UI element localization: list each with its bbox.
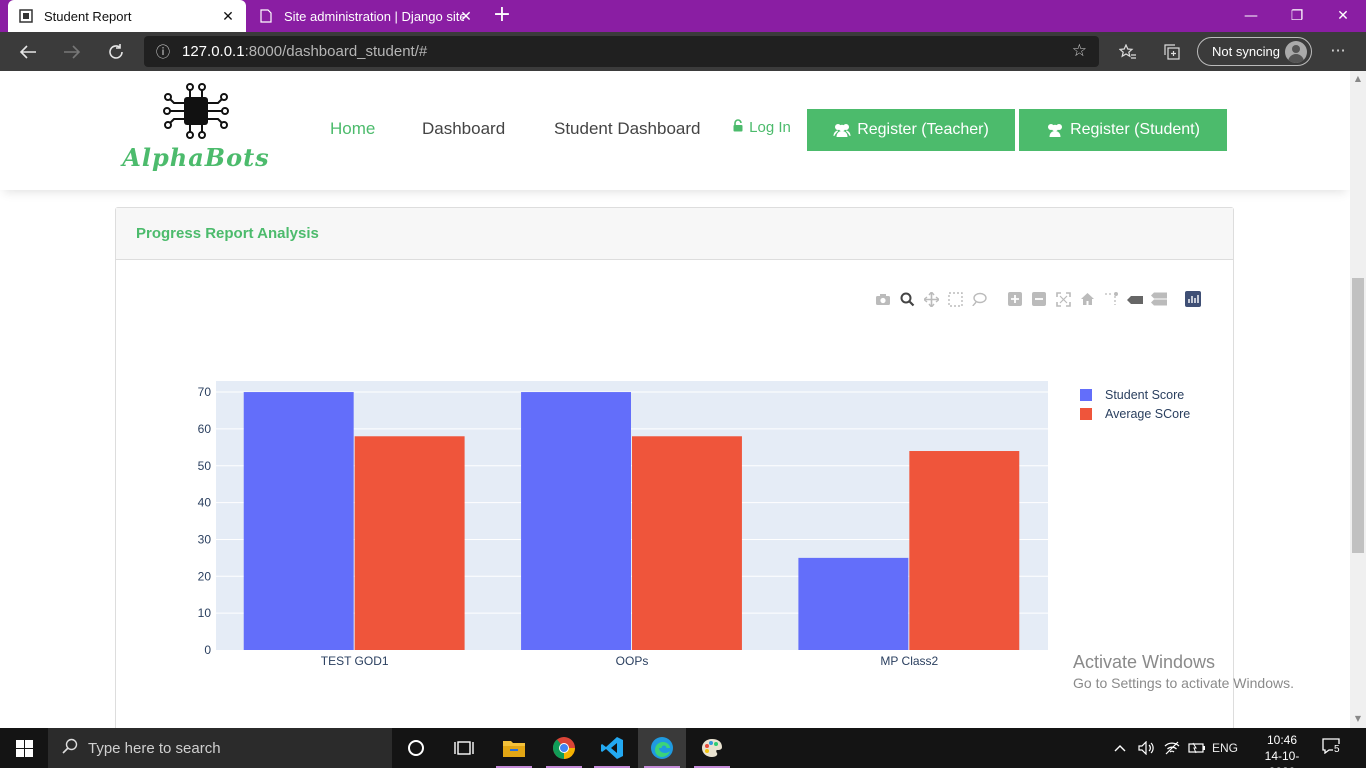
y-tick-label: 30	[198, 532, 212, 546]
legend-swatch	[1080, 389, 1092, 401]
avatar	[1285, 41, 1307, 63]
watermark-subtitle: Go to Settings to activate Windows.	[1073, 675, 1294, 691]
site-header: AlphaBots Home Dashboard Student Dashboa…	[0, 71, 1350, 190]
sync-profile-button[interactable]: Not syncing	[1197, 37, 1312, 66]
search-placeholder: Type here to search	[88, 739, 221, 757]
taskbar-search-box[interactable]: Type here to search	[48, 728, 392, 768]
y-tick-label: 0	[204, 643, 211, 657]
network-icon[interactable]	[1164, 728, 1180, 768]
page-scrollbar[interactable]: ▲ ▼	[1350, 71, 1366, 728]
bar-average-score	[354, 436, 465, 650]
bar-student-score	[798, 557, 909, 650]
show-hidden-icons-icon[interactable]	[1114, 728, 1130, 768]
notifications-icon[interactable]: 5	[1322, 738, 1344, 758]
bar-average-score	[632, 436, 742, 650]
scrollbar-thumb[interactable]	[1352, 278, 1364, 553]
y-tick-label: 10	[198, 606, 212, 620]
y-tick-label: 20	[198, 569, 212, 583]
url-path: :8000/dashboard_student/#	[244, 43, 428, 60]
circuit-chip-icon	[163, 83, 229, 139]
users-icon	[1048, 124, 1063, 137]
users-icon	[833, 124, 851, 137]
bar-average-score	[909, 451, 1020, 650]
chrome-icon[interactable]	[540, 728, 588, 768]
edge-icon[interactable]	[638, 728, 686, 768]
taskbar-clock[interactable]: 10:46 14-10-2020	[1252, 732, 1312, 780]
y-tick-label: 60	[198, 422, 212, 436]
y-tick-label: 70	[198, 385, 212, 399]
progress-report-card: Progress Report Analysis 0 10 20 30 40 5…	[115, 207, 1234, 728]
windows-start-icon[interactable]	[0, 728, 48, 768]
watermark-title: Activate Windows	[1073, 652, 1216, 672]
battery-icon[interactable]	[1188, 728, 1206, 768]
login-label: Log In	[749, 119, 791, 136]
tab-close-icon[interactable]: ✕	[458, 8, 474, 25]
y-tick-label: 40	[198, 496, 212, 510]
file-explorer-icon[interactable]	[490, 728, 538, 768]
close-window-button[interactable]: ✕	[1320, 0, 1366, 32]
x-tick-label: OOPs	[616, 654, 649, 668]
tab-close-icon[interactable]: ✕	[220, 8, 236, 25]
activate-windows-watermark: Activate Windows Go to Settings to activ…	[1073, 652, 1294, 691]
notifications-count: 5	[1333, 744, 1341, 755]
tab-site-administration[interactable]: Site administration | Django site ✕	[248, 0, 484, 32]
tab-title: Student Report	[44, 8, 132, 24]
page-favicon-icon	[18, 8, 34, 24]
restore-button[interactable]: ❐	[1274, 0, 1320, 32]
url-host: 127.0.0.1	[182, 43, 245, 60]
bar-student-score	[243, 392, 354, 650]
address-toolbar: ⓘ 127.0.0.1 :8000/dashboard_student/# ☆ …	[0, 32, 1366, 71]
site-info-icon[interactable]: ⓘ	[144, 42, 182, 62]
x-tick-label: TEST GOD1	[321, 654, 389, 668]
forward-arrow-icon[interactable]	[60, 40, 84, 64]
scroll-down-icon[interactable]: ▼	[1350, 714, 1366, 723]
site-logo[interactable]: AlphaBots	[120, 83, 272, 175]
task-view-icon[interactable]	[440, 728, 488, 768]
back-arrow-icon[interactable]	[16, 40, 40, 64]
register-student-button[interactable]: Register (Student)	[1019, 109, 1227, 151]
nav-student-dashboard[interactable]: Student Dashboard	[554, 119, 701, 139]
more-menu-icon[interactable]: ···	[1326, 41, 1350, 60]
y-tick-label: 50	[198, 459, 212, 473]
sync-label: Not syncing	[1212, 44, 1280, 59]
progress-bar-chart: 0 10 20 30 40 50 60 70 TEST GOD1 OOPs MP Class2 Stu…	[198, 381, 1190, 668]
collections-icon[interactable]	[1160, 41, 1184, 63]
clock-time: 10:46	[1266, 733, 1298, 747]
lock-icon	[733, 119, 743, 132]
legend-label: Student Score	[1105, 388, 1184, 402]
nav-dashboard[interactable]: Dashboard	[422, 119, 505, 139]
logo-text: AlphaBots	[122, 143, 270, 172]
minimize-button[interactable]: —	[1228, 0, 1274, 32]
paint-icon[interactable]	[688, 728, 736, 768]
url-bar[interactable]: ⓘ 127.0.0.1 :8000/dashboard_student/# ☆	[144, 36, 1099, 67]
register-teacher-button[interactable]: Register (Teacher)	[807, 109, 1015, 151]
tab-student-report[interactable]: Student Report ✕	[8, 0, 246, 32]
page-content: AlphaBots Home Dashboard Student Dashboa…	[0, 71, 1350, 728]
scroll-up-icon[interactable]: ▲	[1350, 74, 1366, 83]
refresh-icon[interactable]	[104, 40, 128, 64]
document-icon	[258, 8, 274, 24]
legend-label: Average SCore	[1105, 407, 1190, 421]
nav-home[interactable]: Home	[330, 119, 375, 139]
login-link[interactable]: Log In	[733, 119, 791, 136]
favorite-star-icon[interactable]: ☆	[1072, 41, 1087, 61]
favorites-icon[interactable]	[1116, 41, 1140, 63]
vscode-icon[interactable]	[588, 728, 636, 768]
x-tick-label: MP Class2	[880, 654, 938, 668]
cortana-icon[interactable]	[392, 728, 440, 768]
windows-taskbar: Type here to search ENG 10:46 14-10-2020…	[0, 728, 1366, 779]
register-teacher-label: Register (Teacher)	[857, 121, 989, 138]
legend-swatch	[1080, 408, 1092, 420]
browser-tab-bar: Student Report ✕ Site administration | D…	[0, 0, 1366, 32]
tab-title: Site administration | Django site	[284, 8, 464, 24]
search-icon	[62, 738, 78, 759]
new-tab-button[interactable]: +	[490, 4, 514, 26]
language-indicator[interactable]: ENG	[1212, 728, 1238, 768]
register-student-label: Register (Student)	[1070, 121, 1200, 138]
volume-icon[interactable]	[1138, 728, 1154, 768]
clock-date: 14-10-2020	[1264, 749, 1300, 779]
bar-student-score	[521, 392, 631, 650]
card-title: Progress Report Analysis	[116, 208, 1233, 260]
